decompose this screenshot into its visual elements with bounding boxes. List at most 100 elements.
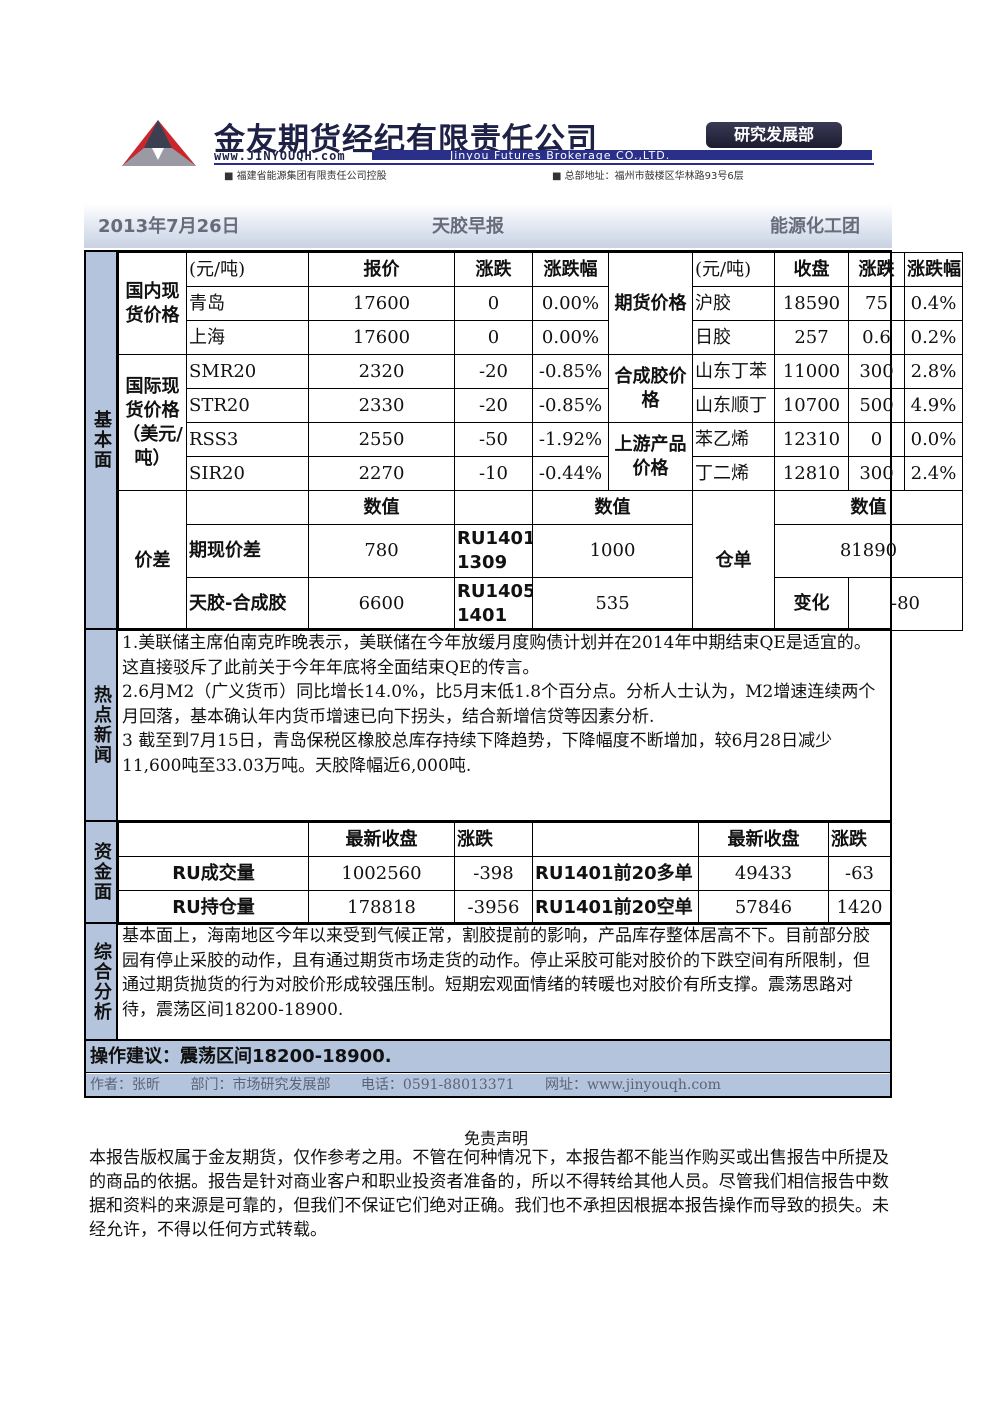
synthetic-change: 300 <box>848 354 905 389</box>
upstream-change: 300 <box>848 456 905 491</box>
intl-pct: -0.85% <box>532 388 609 423</box>
futures-name: 沪胶 <box>692 286 775 321</box>
capital-change: -63 <box>828 856 891 891</box>
news-item: 1.美联储主席伯南克昨晚表示，美联储在今年放缓月度购债计划并在2014年中期结束… <box>122 633 871 678</box>
company-name-en: Jinyou Futures Brokerage CO.,LTD. <box>450 149 671 162</box>
table-row: 上海 17600 0 0.00% 日胶 257 0.6 0.2% <box>119 320 963 355</box>
domestic-pct: 0.00% <box>532 286 609 321</box>
upstream-price: 12810 <box>774 456 849 491</box>
website: 网址：www.jinyouqh.com <box>544 1077 721 1093</box>
fundamentals-table: 国内现货价格 (元/吨) 报价 涨跌 涨跌幅 期货价格 (元/吨) 收盘 涨跌 … <box>118 252 963 631</box>
capital-change: -398 <box>454 856 533 891</box>
divider <box>86 628 890 630</box>
rubber-synth-value: 6600 <box>308 577 455 631</box>
label-capital: 资金面 <box>86 822 118 922</box>
capital-value: 178818 <box>308 890 455 925</box>
capital-change: -3956 <box>454 890 533 925</box>
intl-name: STR20 <box>186 388 309 423</box>
domestic-name: 上海 <box>186 320 309 355</box>
table-row: RSS3 2550 -50 -1.92% 上游产品价格 苯乙烯 12310 0 … <box>119 422 963 491</box>
capital-change: 1420 <box>828 890 891 925</box>
operation-advice: 操作建议：震荡区间18200-18900. <box>86 1041 890 1073</box>
company-url: www.JINYOUQH.com <box>214 149 346 163</box>
domestic-header-price: 报价 <box>308 252 455 287</box>
intl-change: -20 <box>454 388 533 423</box>
domestic-name: 青岛 <box>186 286 309 321</box>
domestic-header-pct: 涨跌幅 <box>532 252 609 287</box>
spread-label: 价差 <box>118 490 187 631</box>
intl-change: -50 <box>454 422 533 457</box>
basis-label: 期现价差 <box>186 524 309 578</box>
value-header: 数值 <box>532 490 693 525</box>
label-analysis: 综合分析 <box>86 924 118 1040</box>
synthetic-price-label: 合成胶价格 <box>608 354 693 423</box>
warehouse-value: 81890 <box>774 524 963 578</box>
upstream-change: 0 <box>848 422 905 457</box>
domestic-price: 17600 <box>308 286 455 321</box>
table-row: SIR20 2270 -10 -0.44% 丁二烯 12810 300 2.4% <box>119 456 963 491</box>
futures-pct: 0.4% <box>904 286 963 321</box>
capital-metric: RU1401前20多单 <box>532 856 699 891</box>
company-logo <box>122 120 196 166</box>
futures-header-pct: 涨跌幅 <box>904 252 963 287</box>
synthetic-price: 10700 <box>774 388 849 423</box>
capital-metric: RU1401前20空单 <box>532 890 699 925</box>
table-row: 国际现货价格（美元/吨） SMR20 2320 -20 -0.85% 合成胶价格… <box>118 354 963 491</box>
futures-pct: 0.2% <box>904 320 963 355</box>
futures-name: 日胶 <box>692 320 775 355</box>
capital-header-change: 涨跌 <box>454 822 533 857</box>
spread1-label: RU1401-1309 <box>454 524 533 578</box>
phone: 电话：0591-88013371 <box>360 1077 515 1093</box>
change-value: -80 <box>848 577 963 631</box>
intl-price: 2320 <box>308 354 455 389</box>
synthetic-name: 山东丁苯 <box>692 354 775 389</box>
upstream-price-label: 上游产品价格 <box>608 422 693 491</box>
author: 作者：张昕 <box>90 1077 160 1093</box>
capital-value: 57846 <box>698 890 829 925</box>
news-item: 3 截至到7月15日，青岛保税区橡胶总库存持续下降趋势，下降幅度不断增加，较6月… <box>122 731 833 776</box>
value-header: 数值 <box>774 490 963 525</box>
label-news: 热点新闻 <box>86 630 118 820</box>
synthetic-pct: 4.9% <box>904 388 963 423</box>
value-header: 数值 <box>308 490 455 525</box>
domestic-header-change: 涨跌 <box>454 252 533 287</box>
domestic-pct: 0.00% <box>532 320 609 355</box>
analysis-text: 基本面上，海南地区今年以来受到气候正常，割胶提前的影响，产品库存整体居高不下。目… <box>122 926 870 1020</box>
upstream-name: 苯乙烯 <box>692 422 775 457</box>
capital-table: 最新收盘 涨跌 最新收盘 涨跌 RU成交量 1002560 -398 RU140… <box>118 822 891 925</box>
intl-name: RSS3 <box>186 422 309 457</box>
table-row: STR20 2330 -20 -0.85% 山东顺丁 10700 500 4.9… <box>119 388 963 423</box>
intl-change: -20 <box>454 354 533 389</box>
spread1-value: 1000 <box>532 524 693 578</box>
dept-badge: 研究发展部 <box>706 122 842 148</box>
domestic-price: 17600 <box>308 320 455 355</box>
synthetic-name: 山东顺丁 <box>692 388 775 423</box>
upstream-pct: 2.4% <box>904 456 963 491</box>
capital-header-change: 涨跌 <box>828 822 891 857</box>
header-divider <box>214 163 874 165</box>
futures-change: 0.6 <box>848 320 905 355</box>
intl-pct: -0.44% <box>532 456 609 491</box>
futures-close: 257 <box>774 320 849 355</box>
futures-close: 18590 <box>774 286 849 321</box>
futures-header-unit: (元/吨) <box>692 252 775 287</box>
intl-pct: -1.92% <box>532 422 609 457</box>
news-item: 2.6月M2（广义货币）同比增长14.0%，比5月末低1.8个百分点。分析人士认… <box>122 682 876 727</box>
capital-metric: RU持仓量 <box>118 890 309 925</box>
domestic-header-unit: (元/吨) <box>186 252 309 287</box>
table-row: 青岛 17600 0 0.00% 沪胶 18590 75 0.4% <box>119 286 963 321</box>
warehouse-label: 仓单 <box>692 490 775 631</box>
disclaimer-body: 本报告版权属于金友期货，仅作参考之用。不管在何种情况下，本报告都不能当作购买或出… <box>89 1148 889 1240</box>
intl-change: -10 <box>454 456 533 491</box>
spread2-value: 535 <box>532 577 693 631</box>
table-row: RU成交量 1002560 -398 RU1401前20多单 49433 -63 <box>118 856 891 891</box>
capital-header-close: 最新收盘 <box>308 822 455 857</box>
upstream-name: 丁二烯 <box>692 456 775 491</box>
futures-header-change: 涨跌 <box>848 252 905 287</box>
basis-value: 780 <box>308 524 455 578</box>
intl-name: SIR20 <box>186 456 309 491</box>
intl-spot-label: 国际现货价格（美元/吨） <box>118 354 187 491</box>
report-title: 天胶早报 <box>432 216 504 237</box>
futures-price-label: 期货价格 <box>608 252 693 355</box>
label-fundamentals: 基本面 <box>86 252 118 628</box>
